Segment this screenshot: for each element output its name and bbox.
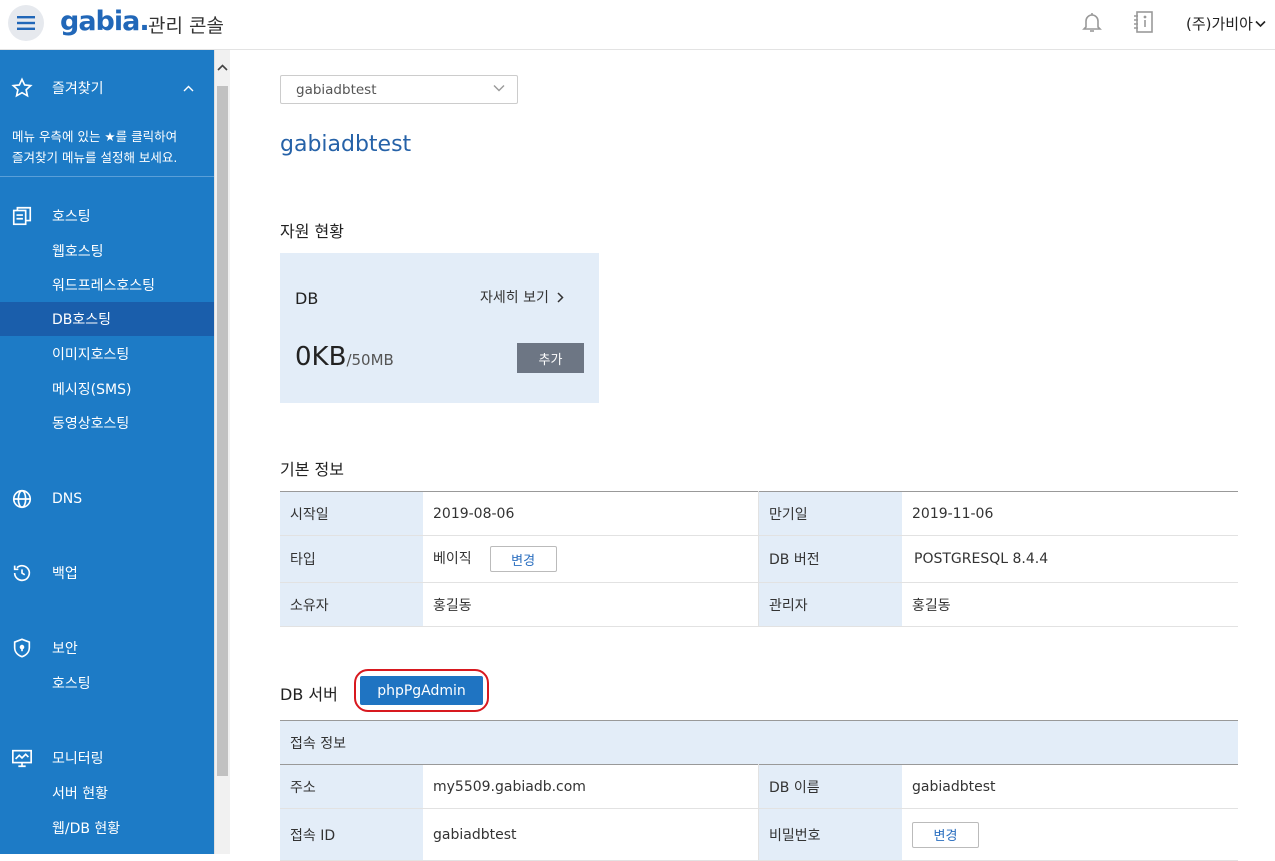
resource-db-label: DB [295,289,319,308]
type-label: 타입 [280,535,423,583]
sidebar-hosting-label: 호스팅 [52,209,91,225]
phppgadmin-button[interactable]: phpPgAdmin [360,676,483,705]
sidebar-dns[interactable]: DNS [0,487,214,511]
owner-label: 소유자 [280,582,423,627]
star-icon [11,77,33,98]
sidebar-item-video-hosting[interactable]: 동영상호스팅 [0,406,214,440]
db-server-section-title: DB 서버 [280,685,338,704]
sidebar-item-server-status[interactable]: 서버 현황 [0,776,214,810]
sidebar-hosting[interactable]: 호스팅 [0,204,214,228]
sidebar-security-label: 보안 [52,641,78,657]
password-cell: 변경 [902,808,1238,861]
connection-info-header: 접속 정보 [280,720,1238,764]
type-value-cell: 베이직 변경 [423,535,759,583]
service-select-value: gabiadbtest [296,81,377,98]
address-value: my5509.gabiadb.com [423,764,759,809]
sidebar: 즐겨찾기 메뉴 우측에 있는 ★를 클릭하여 즐겨찾기 메뉴를 설정해 보세요.… [0,50,214,854]
sidebar-monitoring-label: 모니터링 [52,751,104,767]
owner-value: 홍길동 [423,582,759,627]
sidebar-divider [0,176,214,177]
console-label: 관리 콘솔 [148,15,224,37]
shield-icon [13,638,31,658]
start-date-value: 2019-08-06 [423,491,759,536]
menu-button[interactable] [8,5,44,41]
bell-icon [1082,13,1102,32]
scroll-up-icon[interactable] [217,64,228,71]
connection-info-table: 주소 my5509.gabiadb.com DB 이름 gabiadbtest … [280,764,1238,861]
table-row: 주소 my5509.gabiadb.com DB 이름 gabiadbtest [280,764,1238,809]
resource-section-title: 자원 현황 [280,222,344,241]
top-header: gabia. 관리 콘솔 (주)가비아 [0,0,1275,50]
sidebar-item-wordpress-hosting[interactable]: 워드프레스호스팅 [0,268,214,302]
type-change-button[interactable]: 변경 [489,546,557,572]
sidebar-security[interactable]: 보안 [0,636,214,660]
gabia-logo[interactable]: gabia. [60,6,150,37]
account-name: (주)가비아 [1186,15,1253,33]
add-button[interactable]: 추가 [517,343,584,373]
resource-usage: 0KB/50MB [295,342,394,372]
expiry-date-label: 만기일 [758,491,902,536]
start-date-label: 시작일 [280,491,423,536]
sidebar-item-web-db-status[interactable]: 웹/DB 현황 [0,811,214,845]
sidebar-item-security-hosting[interactable]: 호스팅 [0,666,214,700]
password-label: 비밀번호 [758,808,902,861]
history-icon [13,564,31,582]
sidebar-item-sms[interactable]: 메시징(SMS) [0,372,214,406]
sidebar-favorites-label: 즐겨찾기 [52,81,104,97]
sidebar-scrollbar[interactable] [214,50,230,854]
basic-info-table: 시작일 2019-08-06 만기일 2019-11-06 타입 베이직 변경 D… [280,491,1238,627]
manager-value: 홍길동 [902,582,1238,627]
monitor-icon [12,749,32,768]
sidebar-monitoring[interactable]: 모니터링 [0,746,214,770]
main-content: gabiadbtest gabiadbtest 자원 현황 DB 자세히 보기 … [230,50,1275,861]
db-name-value: gabiadbtest [902,764,1238,809]
notice-button[interactable] [1132,10,1156,39]
notification-button[interactable] [1080,10,1104,39]
favorites-note: 메뉴 우측에 있는 ★를 클릭하여 즐겨찾기 메뉴를 설정해 보세요. [12,129,178,165]
db-name-label: DB 이름 [758,764,902,809]
page-title: gabiadbtest [280,132,412,157]
type-value: 베이직 [433,551,472,567]
sidebar-backup-label: 백업 [52,566,78,582]
table-row: 소유자 홍길동 관리자 홍길동 [280,582,1238,627]
sidebar-item-web-hosting[interactable]: 웹호스팅 [0,234,214,268]
login-id-label: 접속 ID [280,808,423,861]
manager-label: 관리자 [758,582,902,627]
sidebar-favorites[interactable]: 즐겨찾기 [0,76,214,100]
password-change-button[interactable]: 변경 [912,821,979,848]
db-version-label: DB 버전 [758,535,902,583]
expiry-date-value: 2019-11-06 [902,491,1238,536]
scrollbar-thumb[interactable] [217,86,228,776]
sidebar-dns-label: DNS [52,491,83,507]
hosting-icon [12,206,32,226]
db-version-value: POSTGRESQL 8.4.4 [902,535,1238,583]
table-row: 타입 베이직 변경 DB 버전 POSTGRESQL 8.4.4 [280,535,1238,583]
chevron-up-icon[interactable] [183,85,194,92]
table-row: 시작일 2019-08-06 만기일 2019-11-06 [280,491,1238,536]
sidebar-item-image-hosting[interactable]: 이미지호스팅 [0,337,214,371]
resource-card: DB 자세히 보기 0KB/50MB 추가 [280,253,599,403]
globe-icon [12,489,32,509]
pgadmin-highlight: phpPgAdmin [354,669,489,712]
service-select[interactable]: gabiadbtest [280,75,518,104]
sidebar-backup[interactable]: 백업 [0,561,214,585]
basic-info-section-title: 기본 정보 [280,460,344,479]
chevron-down-icon [493,85,505,92]
login-id-value: gabiadbtest [423,808,759,861]
sidebar-item-db-hosting[interactable]: DB호스팅 [0,302,214,336]
notice-book-icon [1134,11,1153,33]
table-row: 접속 ID gabiadbtest 비밀번호 변경 [280,808,1238,861]
hamburger-icon [17,16,35,30]
detail-link[interactable]: 자세히 보기 [480,287,564,307]
chevron-right-icon [557,291,564,303]
address-label: 주소 [280,764,423,809]
chevron-down-icon [1255,20,1266,27]
account-menu[interactable]: (주)가비아 [1186,13,1266,34]
